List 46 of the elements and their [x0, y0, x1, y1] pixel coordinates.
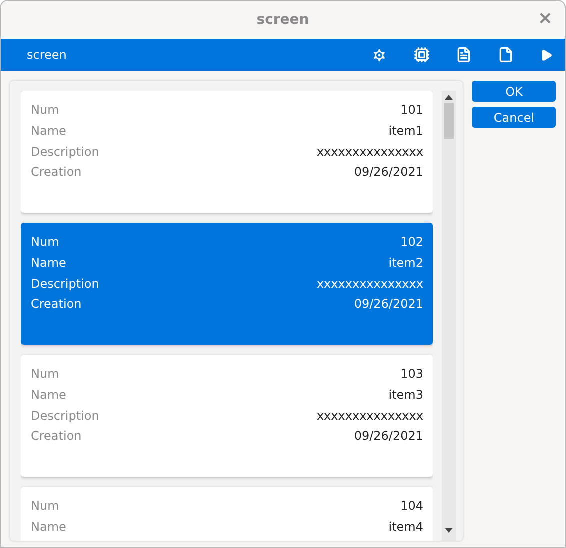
window-title: screen [256, 10, 310, 30]
settings-icon[interactable] [371, 46, 388, 64]
toolbar-title: screen [27, 47, 68, 64]
field-value: 104 [400, 498, 424, 516]
file-icon[interactable] [498, 47, 514, 63]
field-value: 103 [400, 366, 424, 384]
field-value: 09/26/2021 [354, 428, 424, 446]
item-card[interactable]: Num 101 Name item1 Description xxxxxxxxxxxxxxx Creation 09/26/2021 [21, 91, 434, 213]
field-label: Description [31, 408, 100, 425]
field-value: item1 [388, 123, 424, 140]
dialog-button[interactable]: OK [472, 81, 556, 102]
play-icon[interactable] [540, 48, 553, 62]
scrollbar-thumb[interactable] [444, 103, 454, 139]
field-value: item3 [388, 387, 424, 404]
field-label: Creation [31, 428, 82, 446]
item-card[interactable]: Num 102 Name item2 Description xxxxxxxxxxxxxxx Creation 09/26/2021 [21, 223, 434, 345]
field-label: Creation [31, 296, 82, 314]
field-label: Name [31, 519, 66, 536]
item-card[interactable]: Num 104 Name item4 [21, 487, 434, 541]
close-button[interactable]: × [538, 9, 553, 29]
field-value: xxxxxxxxxxxxxxx [316, 408, 424, 425]
field-label: Num [31, 498, 60, 516]
field-label: Num [31, 102, 60, 120]
field-label: Description [31, 276, 100, 293]
field-value: 09/26/2021 [354, 164, 424, 182]
document-icon[interactable] [456, 47, 472, 63]
field-label: Num [31, 234, 60, 252]
dialog-button[interactable]: Cancel [472, 107, 556, 128]
scroll-down-icon[interactable] [445, 528, 454, 533]
field-label: Name [31, 387, 66, 404]
field-label: Num [31, 366, 60, 384]
field-label: Creation [31, 164, 82, 182]
chip-icon[interactable] [414, 47, 430, 63]
field-value: item2 [388, 255, 424, 272]
scrollbar[interactable] [442, 91, 456, 541]
field-value: 101 [400, 102, 424, 120]
field-label: Name [31, 123, 66, 140]
field-value: 09/26/2021 [354, 296, 424, 314]
field-value: item4 [388, 519, 424, 536]
field-value: xxxxxxxxxxxxxxx [316, 144, 424, 161]
scroll-up-icon[interactable] [445, 95, 454, 100]
field-value: xxxxxxxxxxxxxxx [316, 276, 424, 293]
field-label: Description [31, 144, 100, 161]
field-label: Name [31, 255, 66, 272]
field-value: 102 [400, 234, 424, 252]
item-card[interactable]: Num 103 Name item3 Description xxxxxxxxxxxxxxx Creation 09/26/2021 [21, 355, 434, 477]
